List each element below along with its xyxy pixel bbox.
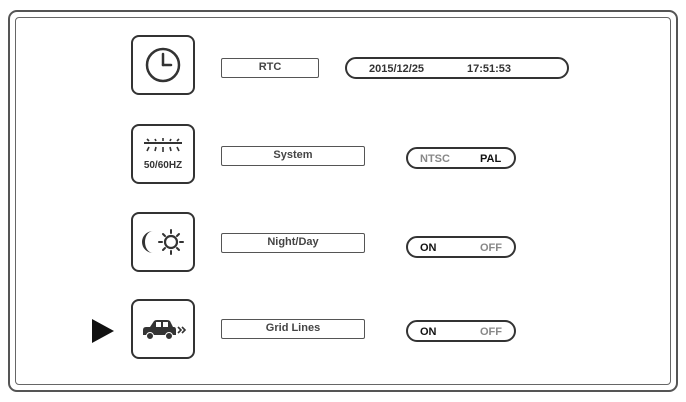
nightday-toggle[interactable]: ON OFF	[406, 236, 516, 258]
system-row[interactable]: 50/60HZ System NTSC PAL	[0, 124, 686, 188]
system-label: System	[221, 146, 365, 166]
rtc-row[interactable]: RTC 2015/12/25 17:51:53	[0, 35, 686, 99]
frequency-icon-text: 50/60HZ	[143, 160, 183, 171]
clock-icon	[131, 35, 195, 95]
system-toggle[interactable]: NTSC PAL	[406, 147, 516, 169]
system-option-pal[interactable]: PAL	[480, 150, 501, 168]
gridlines-toggle[interactable]: ON OFF	[406, 320, 516, 342]
system-option-ntsc[interactable]: NTSC	[420, 150, 450, 168]
car-grid-lines-icon	[131, 299, 195, 359]
gridlines-label: Grid Lines	[221, 319, 365, 339]
rtc-date-value: 2015/12/25	[369, 63, 425, 75]
rtc-datetime-field[interactable]: 2015/12/25 17:51:53	[345, 57, 569, 79]
nightday-label: Night/Day	[221, 233, 365, 253]
frequency-50-60hz-icon: 50/60HZ	[131, 124, 195, 184]
moon-sun-icon	[131, 212, 195, 272]
gridlines-row[interactable]: Grid Lines ON OFF	[0, 299, 686, 363]
gridlines-option-off[interactable]: OFF	[480, 323, 502, 341]
rtc-label: RTC	[221, 58, 319, 78]
gridlines-option-on[interactable]: ON	[420, 323, 437, 341]
nightday-option-on[interactable]: ON	[420, 239, 437, 257]
nightday-row[interactable]: Night/Day ON OFF	[0, 212, 686, 276]
selected-row-arrow-icon	[92, 319, 114, 343]
nightday-option-off[interactable]: OFF	[480, 239, 502, 257]
rtc-time-value: 17:51:53	[467, 63, 512, 75]
